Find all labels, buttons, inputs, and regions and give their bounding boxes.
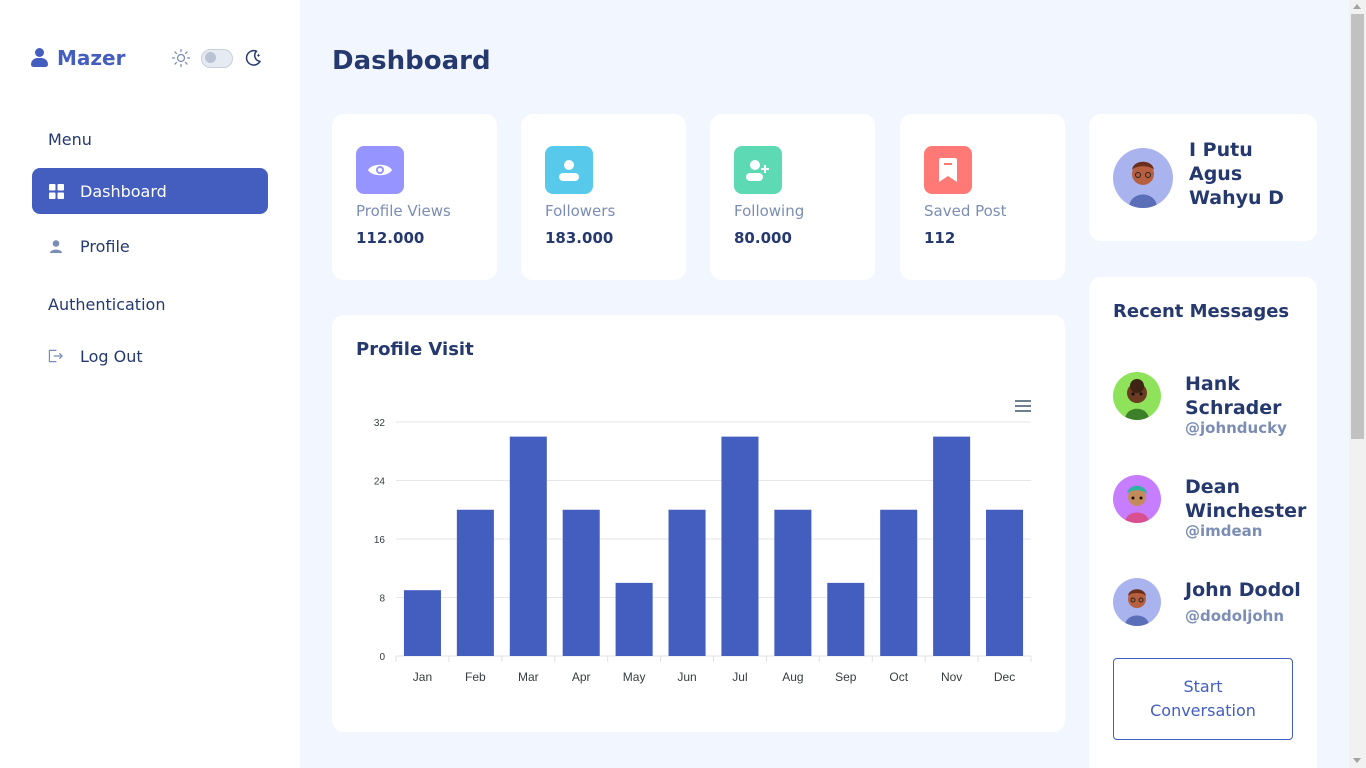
- message-item[interactable]: Hank Schrader @johnducky: [1113, 372, 1303, 442]
- x-tick-label: Jan: [413, 670, 432, 684]
- bookmark-icon: [924, 146, 972, 194]
- start-conversation-button[interactable]: Start Conversation: [1113, 658, 1293, 740]
- avatar: [1113, 475, 1161, 523]
- scrollbar-thumb[interactable]: [1351, 14, 1364, 439]
- message-sender-name: Hank Schrader: [1185, 373, 1282, 419]
- scroll-down-arrow-icon[interactable]: [1353, 758, 1361, 763]
- y-tick-label: 8: [379, 594, 385, 605]
- stat-label: Followers: [545, 202, 616, 220]
- message-sender-handle: @imdean: [1185, 522, 1263, 540]
- sidebar-item-label: Dashboard: [80, 181, 167, 201]
- y-tick-label: 16: [374, 535, 386, 546]
- user-name: I Putu Agus Wahyu D: [1189, 139, 1284, 209]
- theme-toggle: [171, 48, 263, 68]
- message-sender-name: Dean Winchester: [1185, 476, 1307, 522]
- moon-icon: [245, 49, 261, 66]
- stat-value: 112.000: [356, 229, 425, 247]
- sidebar: Mazer Menu Dashboard Profile Authenticat…: [0, 0, 300, 768]
- stat-label: Profile Views: [356, 202, 451, 220]
- bar-jan: [403, 590, 441, 656]
- sidebar-item-dashboard[interactable]: Dashboard: [32, 168, 268, 214]
- bar-apr: [562, 509, 600, 656]
- person-icon: [48, 238, 64, 254]
- logout-icon: [48, 348, 64, 364]
- page-scrollbar[interactable]: [1349, 0, 1366, 768]
- user-profile-card: I Putu Agus Wahyu D: [1089, 114, 1317, 241]
- bar-jun: [668, 509, 706, 656]
- bar-oct: [880, 509, 918, 656]
- stat-card-saved-post: Saved Post 112: [900, 114, 1065, 280]
- sidebar-item-profile[interactable]: Profile: [32, 223, 268, 269]
- bar-mar: [509, 436, 547, 656]
- bar-aug: [774, 509, 812, 656]
- x-tick-label: Jul: [732, 670, 747, 684]
- x-tick-label: Sep: [835, 670, 857, 684]
- bar-dec: [986, 509, 1024, 656]
- user-icon: [545, 146, 593, 194]
- profile-visit-chart: 0 8 16 24 32 Jan Feb Mar Apr May Jun Jul Aug Sep Oct No…: [374, 418, 1032, 684]
- x-tick-label: Oct: [889, 670, 908, 684]
- sidebar-item-label: Log Out: [80, 346, 143, 366]
- bar-nov: [933, 436, 971, 656]
- eye-icon: [356, 146, 404, 194]
- x-tick-label: Feb: [465, 670, 486, 684]
- x-tick-label: Apr: [572, 670, 591, 684]
- avatar: [1113, 578, 1161, 626]
- message-item[interactable]: John Dodol @dodoljohn: [1113, 578, 1303, 628]
- bar-jul: [721, 436, 759, 656]
- message-item[interactable]: Dean Winchester @imdean: [1113, 475, 1307, 545]
- x-tick-label: Aug: [782, 670, 803, 684]
- sidebar-item-logout[interactable]: Log Out: [32, 333, 268, 379]
- x-tick-label: Jun: [677, 670, 696, 684]
- y-tick-label: 24: [374, 477, 386, 488]
- page-title: Dashboard: [332, 46, 491, 76]
- person-logo-icon: [31, 48, 48, 68]
- bar-sep: [827, 582, 865, 656]
- user-avatar[interactable]: [1113, 148, 1173, 208]
- y-tick-label: 0: [379, 652, 385, 663]
- profile-visit-card: Profile Visit 0 8 16 24 32 Jan Feb Mar Apr May Jun…: [332, 315, 1065, 732]
- recent-messages-title: Recent Messages: [1113, 301, 1290, 322]
- sun-icon: [171, 48, 191, 68]
- x-tick-label: Mar: [518, 670, 539, 684]
- message-sender-name: John Dodol: [1185, 579, 1301, 601]
- grid-icon: [48, 183, 64, 199]
- stat-value: 80.000: [734, 229, 792, 247]
- recent-messages-card: Recent Messages Hank Schrader @johnducky…: [1089, 277, 1317, 768]
- x-tick-label: May: [623, 670, 646, 684]
- stat-label: Following: [734, 202, 805, 220]
- avatar: [1113, 372, 1161, 420]
- stat-card-profile-views: Profile Views 112.000: [332, 114, 497, 280]
- stat-card-followers: Followers 183.000: [521, 114, 686, 280]
- sidebar-item-label: Profile: [80, 236, 130, 256]
- bar-feb: [456, 509, 494, 656]
- stat-label: Saved Post: [924, 202, 1007, 220]
- x-tick-label: Dec: [994, 670, 1015, 684]
- authentication-section-title: Authentication: [48, 295, 166, 314]
- brand[interactable]: Mazer: [31, 46, 125, 70]
- bar-may: [615, 582, 653, 656]
- brand-name: Mazer: [57, 46, 126, 70]
- message-sender-handle: @dodoljohn: [1185, 607, 1285, 625]
- x-tick-label: Nov: [941, 670, 962, 684]
- switch-knob: [205, 52, 216, 63]
- dark-mode-switch[interactable]: [201, 48, 233, 68]
- stat-value: 112: [924, 229, 956, 247]
- stat-card-following: Following 80.000: [710, 114, 875, 280]
- y-tick-label: 32: [374, 418, 386, 429]
- scroll-up-arrow-icon[interactable]: [1353, 4, 1361, 9]
- chart-menu-icon[interactable]: [1015, 400, 1031, 412]
- stat-value: 183.000: [545, 229, 614, 247]
- user-plus-icon: [734, 146, 782, 194]
- menu-section-title: Menu: [48, 130, 92, 149]
- message-sender-handle: @johnducky: [1185, 419, 1287, 437]
